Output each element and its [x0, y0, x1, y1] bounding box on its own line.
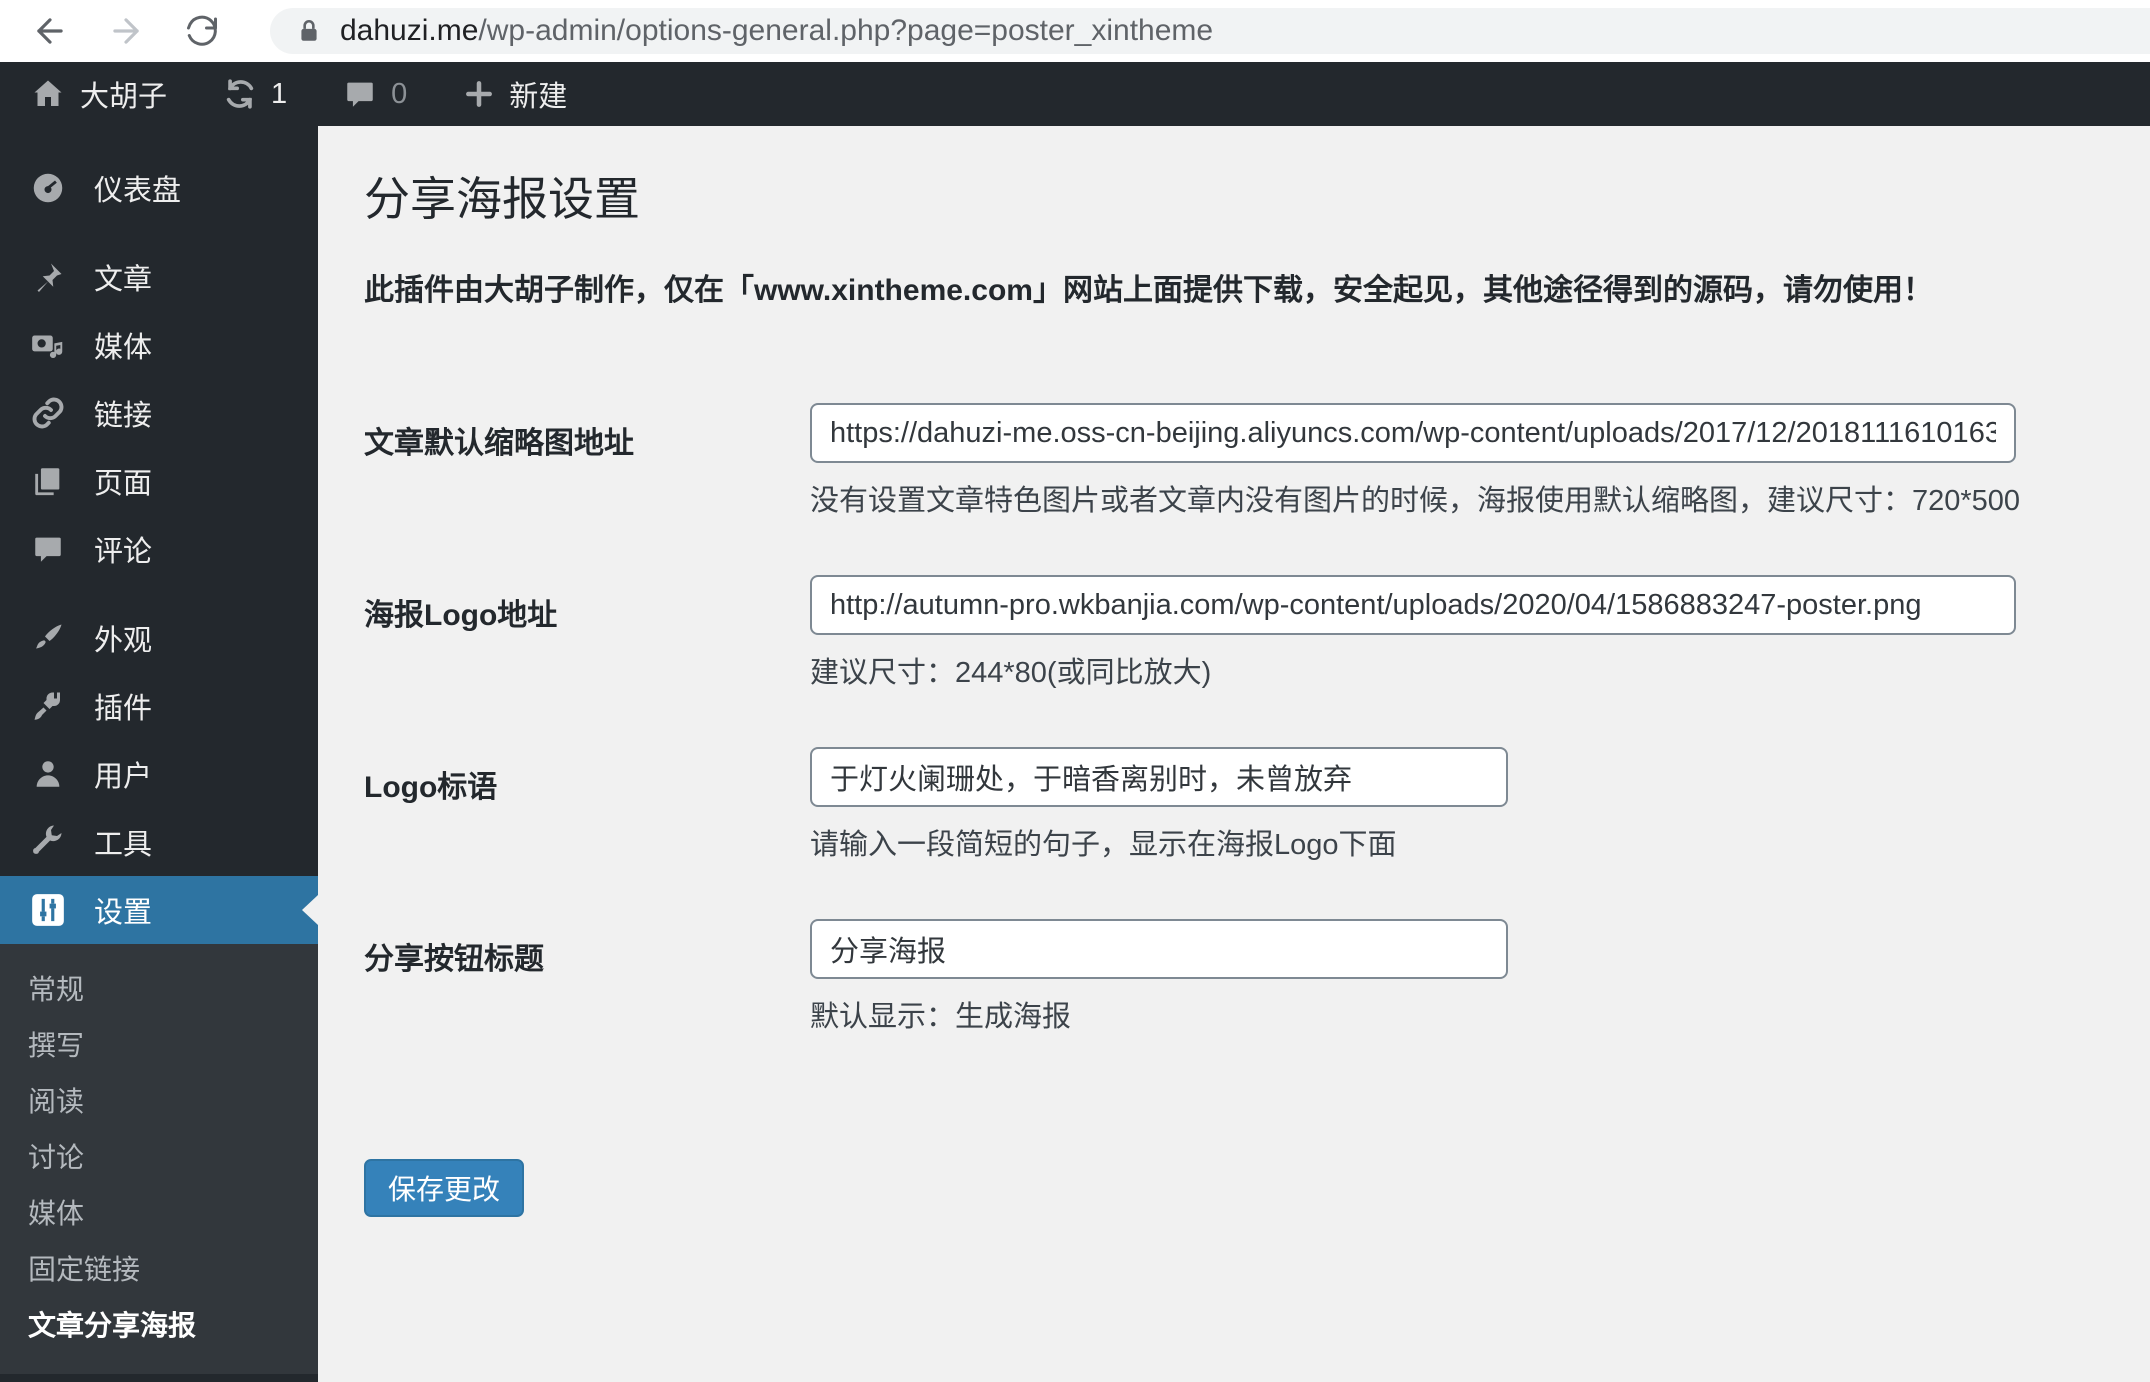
settings-page: 分享海报设置 此插件由大胡子制作，仅在「www.xintheme.com」网站上…: [318, 126, 2150, 1382]
adminbar-new[interactable]: 新建: [463, 73, 567, 115]
thumbnail-url-input[interactable]: [810, 403, 2016, 463]
sidebar-item-media[interactable]: 媒体: [0, 311, 318, 379]
sidebar-item-label: 页面: [94, 468, 153, 500]
submenu-item-writing[interactable]: 撰写: [0, 1016, 318, 1072]
sidebar-item-label: 链接: [94, 400, 153, 432]
camera-music-icon: [28, 325, 68, 365]
field-helper: 请输入一段简短的句子，显示在海报Logo下面: [810, 829, 1397, 861]
submenu-label: 媒体: [28, 1198, 85, 1229]
plug-icon: [28, 686, 68, 726]
comment-icon: [343, 77, 377, 111]
submenu-label: 阅读: [28, 1086, 85, 1117]
poster-settings-form: 文章默认缩略图地址 没有设置文章特色图片或者文章内没有图片的时候，海报使用默认缩…: [364, 403, 2150, 1217]
sidebar-item-label: 插件: [94, 693, 153, 725]
comment-count: 0: [391, 77, 408, 110]
form-row-button-title: 分享按钮标题 默认显示：生成海报: [364, 919, 2150, 1037]
submenu-item-poster[interactable]: 文章分享海报: [0, 1296, 318, 1352]
submenu-label: 常规: [28, 974, 85, 1005]
submenu-item-discussion[interactable]: 讨论: [0, 1128, 318, 1184]
page-title: 分享海报设置: [364, 173, 640, 225]
menu-separator: [0, 583, 318, 604]
home-icon: [30, 76, 66, 112]
update-count: 1: [271, 77, 288, 110]
site-name: 大胡子: [80, 81, 168, 113]
sidebar-item-dashboard[interactable]: 仪表盘: [0, 154, 318, 222]
lock-icon: [296, 16, 322, 46]
sidebar-item-label: 仪表盘: [94, 175, 182, 207]
save-button[interactable]: 保存更改: [364, 1159, 525, 1217]
sidebar-item-comments[interactable]: 评论: [0, 515, 318, 583]
url-text: dahuzi.me/wp-admin/options-general.php?p…: [340, 14, 1213, 48]
form-row-thumbnail: 文章默认缩略图地址 没有设置文章特色图片或者文章内没有图片的时候，海报使用默认缩…: [364, 403, 2150, 521]
active-item-notch: [302, 895, 318, 925]
field-helper: 默认显示：生成海报: [810, 1001, 1072, 1033]
sidebar-item-label: 外观: [94, 625, 153, 657]
new-label: 新建: [509, 81, 568, 113]
dashboard-icon: [28, 168, 68, 208]
field-label: 分享按钮标题: [364, 943, 544, 976]
submenu-label: 文章分享海报: [28, 1310, 197, 1341]
wp-admin-bar: 大胡子 1 0 新建: [0, 62, 2150, 126]
sidebar-item-pages[interactable]: 页面: [0, 447, 318, 515]
admin-sidebar: 仪表盘 文章 媒体 链接 页面 评论 外观 插件 用户 工具 设置 常规 撰写 …: [0, 126, 318, 1382]
adminbar-comments[interactable]: 0: [343, 77, 407, 111]
sidebar-item-label: 媒体: [94, 332, 153, 364]
share-button-title-input[interactable]: [810, 919, 1508, 979]
sidebar-item-tools[interactable]: 工具: [0, 808, 318, 876]
comments-icon: [28, 529, 68, 569]
form-row-logo-url: 海报Logo地址 建议尺寸：244*80(或同比放大): [364, 575, 2150, 693]
plus-icon: [463, 78, 495, 110]
submenu-label: 固定链接: [28, 1254, 141, 1285]
logo-slogan-input[interactable]: [810, 747, 1508, 807]
sidebar-item-label: 工具: [94, 829, 153, 861]
url-path: /wp-admin/options-general.php?page=poste…: [478, 14, 1214, 47]
submenu-label: 撰写: [28, 1030, 85, 1061]
wrench-icon: [28, 822, 68, 862]
submenu-item-reading[interactable]: 阅读: [0, 1072, 318, 1128]
sidebar-item-links[interactable]: 链接: [0, 379, 318, 447]
field-label: Logo标语: [364, 771, 498, 804]
plugin-notice: 此插件由大胡子制作，仅在「www.xintheme.com」网站上面提供下载，安…: [364, 274, 1933, 307]
sidebar-item-label: 文章: [94, 264, 153, 296]
submenu-item-permalinks[interactable]: 固定链接: [0, 1240, 318, 1296]
sidebar-item-appearance[interactable]: 外观: [0, 604, 318, 672]
settings-submenu: 常规 撰写 阅读 讨论 媒体 固定链接 文章分享海报: [0, 944, 318, 1374]
url-host: dahuzi.me: [340, 14, 479, 47]
field-label: 文章默认缩略图地址: [364, 427, 634, 460]
sidebar-item-users[interactable]: 用户: [0, 740, 318, 808]
field-helper: 没有设置文章特色图片或者文章内没有图片的时候，海报使用默认缩略图，建议尺寸：72…: [810, 485, 2021, 517]
menu-separator: [0, 222, 318, 243]
sidebar-item-settings[interactable]: 设置: [0, 876, 318, 944]
logo-url-input[interactable]: [810, 575, 2016, 635]
reload-icon[interactable]: [180, 9, 224, 53]
link-icon: [28, 393, 68, 433]
settings-sliders-icon: [28, 890, 68, 930]
update-icon: [223, 77, 257, 111]
sidebar-item-posts[interactable]: 文章: [0, 243, 318, 311]
field-helper: 建议尺寸：244*80(或同比放大): [810, 657, 1212, 689]
submenu-item-media[interactable]: 媒体: [0, 1184, 318, 1240]
browser-toolbar: dahuzi.me/wp-admin/options-general.php?p…: [0, 0, 2150, 62]
forward-icon[interactable]: [104, 9, 148, 53]
submenu-item-general[interactable]: 常规: [0, 960, 318, 1016]
adminbar-site-link[interactable]: 大胡子: [30, 73, 167, 115]
brush-icon: [28, 618, 68, 658]
sidebar-item-label: 设置: [94, 897, 153, 929]
field-label: 海报Logo地址: [364, 599, 558, 632]
sidebar-item-label: 用户: [94, 761, 153, 793]
address-bar[interactable]: dahuzi.me/wp-admin/options-general.php?p…: [270, 8, 2150, 54]
pushpin-icon: [28, 257, 68, 297]
user-icon: [28, 754, 68, 794]
submenu-label: 讨论: [28, 1142, 85, 1173]
sidebar-item-label: 评论: [94, 536, 153, 568]
adminbar-updates[interactable]: 1: [223, 77, 287, 111]
form-row-logo-slogan: Logo标语 请输入一段简短的句子，显示在海报Logo下面: [364, 747, 2150, 865]
back-icon[interactable]: [28, 9, 72, 53]
sidebar-item-plugins[interactable]: 插件: [0, 672, 318, 740]
pages-icon: [28, 461, 68, 501]
